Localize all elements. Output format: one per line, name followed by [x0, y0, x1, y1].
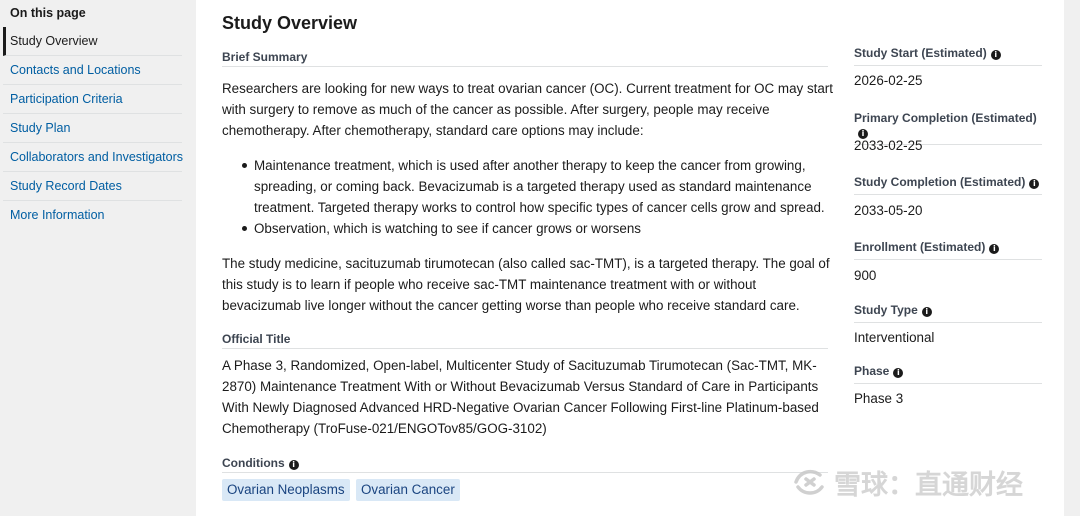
summary-bullet-list: Maintenance treatment, which is used aft…: [222, 155, 834, 239]
phase-label: Phase i: [854, 364, 1042, 384]
toc-item-study-overview[interactable]: Study Overview: [3, 27, 182, 56]
divider: [222, 348, 828, 349]
summary-bullet: Maintenance treatment, which is used aft…: [222, 155, 834, 218]
divider: [222, 472, 828, 473]
conditions-label-text: Conditions: [222, 456, 285, 470]
fact-label-text: Study Start (Estimated): [854, 46, 987, 60]
condition-tag[interactable]: Ovarian Cancer: [356, 479, 460, 501]
watermark-text: 雪球：直通财经: [834, 469, 1023, 501]
info-icon[interactable]: i: [893, 368, 904, 378]
study-start-label: Study Start (Estimated) i: [854, 46, 1042, 66]
enrollment-value: 900: [854, 268, 877, 283]
fact-label-text: Primary Completion (Estimated): [854, 111, 1037, 125]
fact-label-text: Phase: [854, 364, 890, 378]
info-icon[interactable]: i: [990, 50, 1001, 60]
conditions-label: Conditions i: [222, 456, 299, 470]
study-type-value: Interventional: [854, 330, 935, 345]
info-icon[interactable]: i: [288, 460, 299, 470]
toc-item-study-record-dates[interactable]: Study Record Dates: [3, 172, 182, 201]
brief-summary-label: Brief Summary: [222, 50, 308, 64]
toc-item-more-information[interactable]: More Information: [3, 201, 182, 230]
snowball-logo-icon: [794, 469, 824, 495]
official-title-label: Official Title: [222, 332, 291, 346]
toc-item-study-plan[interactable]: Study Plan: [3, 114, 182, 143]
page-title: Study Overview: [222, 13, 358, 33]
enrollment-label: Enrollment (Estimated) i: [854, 240, 1042, 260]
info-icon[interactable]: i: [921, 307, 932, 317]
condition-tag[interactable]: Ovarian Neoplasms: [222, 479, 350, 501]
summary-intro: Researchers are looking for new ways to …: [222, 81, 833, 138]
study-start-value: 2026-02-25: [854, 73, 923, 88]
on-this-page-nav: On this page Study Overview Contacts and…: [0, 0, 183, 516]
primary-completion-value: 2033-02-25: [854, 138, 923, 153]
study-type-label: Study Type i: [854, 303, 1042, 323]
toc-item-contacts-locations[interactable]: Contacts and Locations: [3, 56, 182, 85]
summary-bullet: Observation, which is watching to see if…: [222, 218, 834, 239]
info-icon[interactable]: i: [1029, 179, 1040, 189]
fact-label-text: Enrollment (Estimated): [854, 240, 986, 254]
fact-label-text: Study Type: [854, 303, 918, 317]
toc-item-collaborators-investigators[interactable]: Collaborators and Investigators: [3, 143, 183, 172]
toc-heading: On this page: [10, 6, 86, 20]
divider: [222, 66, 828, 67]
study-completion-value: 2033-05-20: [854, 203, 923, 218]
watermark: 雪球：直通财经: [792, 462, 1023, 502]
fact-label-text: Study Completion (Estimated): [854, 175, 1026, 189]
info-icon[interactable]: i: [989, 244, 1000, 254]
phase-value: Phase 3: [854, 391, 904, 406]
study-overview-panel: Study Overview Brief Summary Researchers…: [196, 0, 1064, 516]
study-completion-label: Study Completion (Estimated) i: [854, 175, 1042, 195]
summary-outro: The study medicine, sacituzumab tirumote…: [222, 256, 830, 313]
toc-item-participation-criteria[interactable]: Participation Criteria: [3, 85, 182, 114]
official-title: A Phase 3, Randomized, Open-label, Multi…: [222, 358, 819, 436]
